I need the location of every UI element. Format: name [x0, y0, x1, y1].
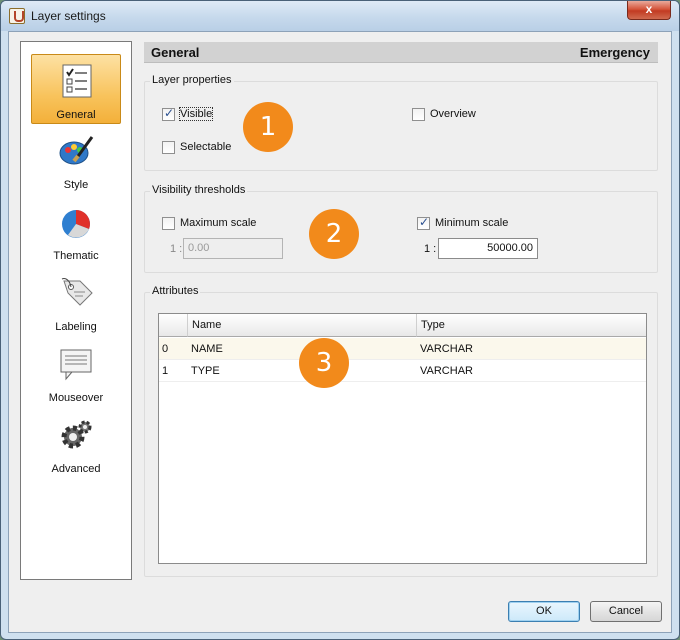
checklist-icon	[62, 64, 92, 98]
close-button[interactable]: x	[627, 1, 671, 20]
section-title: General	[151, 45, 200, 60]
maximum-scale-prefix: 1 :	[170, 243, 183, 255]
row-type: VARCHAR	[420, 365, 473, 377]
callout-badge-1: 1	[243, 102, 293, 152]
attributes-title: Attributes	[150, 285, 201, 297]
java-app-icon	[9, 8, 25, 24]
pie-chart-icon	[62, 210, 90, 238]
minimum-scale-field[interactable]: 50000.00	[438, 238, 538, 259]
row-index: 1	[162, 365, 169, 377]
title-bar[interactable]: Layer settings x	[1, 1, 679, 31]
row-type: VARCHAR	[420, 343, 473, 355]
overview-label: Overview	[430, 108, 476, 120]
settings-nav: General Style Thematic Labeling Mouseove…	[20, 41, 132, 580]
tooltip-icon	[60, 349, 92, 381]
nav-item-advanced[interactable]: Advanced	[31, 409, 121, 479]
table-row[interactable]: 1 TYPE VARCHAR	[159, 360, 646, 382]
palette-brush-icon	[59, 136, 94, 165]
row-name: NAME	[191, 343, 223, 355]
attributes-table[interactable]: Name Type 0 NAME VARCHAR 1 TYPE VARCHAR	[158, 313, 647, 564]
maximum-scale-label: Maximum scale	[180, 217, 257, 229]
minimum-scale-checkbox[interactable]	[417, 215, 430, 230]
nav-item-general[interactable]: General	[31, 54, 121, 124]
nav-label-advanced: Advanced	[51, 463, 101, 475]
nav-label-general: General	[56, 109, 96, 121]
callout-badge-3: 3	[299, 338, 349, 388]
overview-checkbox[interactable]	[412, 108, 425, 121]
visible-label: Visible	[178, 107, 214, 121]
row-index: 0	[162, 343, 169, 355]
column-header-name[interactable]: Name	[188, 314, 417, 337]
minimum-scale-prefix: 1 :	[424, 243, 437, 255]
table-row[interactable]: 0 NAME VARCHAR	[159, 338, 646, 360]
nav-label-labeling: Labeling	[55, 321, 97, 333]
layer-settings-window: Layer settings x General Style Thematic …	[0, 0, 680, 640]
nav-label-style: Style	[63, 179, 89, 191]
maximum-scale-field[interactable]: 0.00	[183, 238, 283, 259]
row-name: TYPE	[191, 365, 220, 377]
nav-item-style[interactable]: Style	[31, 125, 121, 195]
callout-badge-2: 2	[309, 209, 359, 259]
cancel-button[interactable]: Cancel	[590, 601, 662, 622]
dialog-content: General Style Thematic Labeling Mouseove…	[8, 31, 672, 633]
nav-item-thematic[interactable]: Thematic	[31, 196, 121, 266]
column-header-index[interactable]	[159, 314, 188, 337]
gear-icon	[61, 420, 92, 449]
maximum-scale-checkbox[interactable]	[162, 217, 175, 230]
visibility-thresholds-title: Visibility thresholds	[150, 184, 248, 196]
visibility-thresholds-group: Visibility thresholds Maximum scale 1 : …	[144, 184, 658, 273]
minimum-scale-label: Minimum scale	[435, 217, 509, 229]
visible-checkbox[interactable]	[162, 106, 175, 121]
nav-label-mouseover: Mouseover	[48, 392, 104, 404]
attributes-group: Attributes Name Type 0 NAME VARCHAR 1 TY…	[144, 285, 658, 577]
selectable-checkbox[interactable]	[162, 141, 175, 154]
nav-item-mouseover[interactable]: Mouseover	[31, 338, 121, 408]
window-title: Layer settings	[31, 9, 106, 23]
ok-button[interactable]: OK	[508, 601, 580, 622]
section-header: General Emergency	[144, 42, 658, 63]
column-header-type[interactable]: Type	[417, 314, 646, 337]
layer-properties-title: Layer properties	[150, 74, 234, 86]
nav-label-thematic: Thematic	[53, 250, 99, 262]
layer-properties-group: Layer properties Visible Selectable Over…	[144, 74, 658, 171]
layer-name: Emergency	[579, 45, 650, 60]
label-tag-icon	[61, 278, 93, 306]
nav-item-labeling[interactable]: Labeling	[31, 267, 121, 337]
selectable-label: Selectable	[180, 141, 232, 153]
